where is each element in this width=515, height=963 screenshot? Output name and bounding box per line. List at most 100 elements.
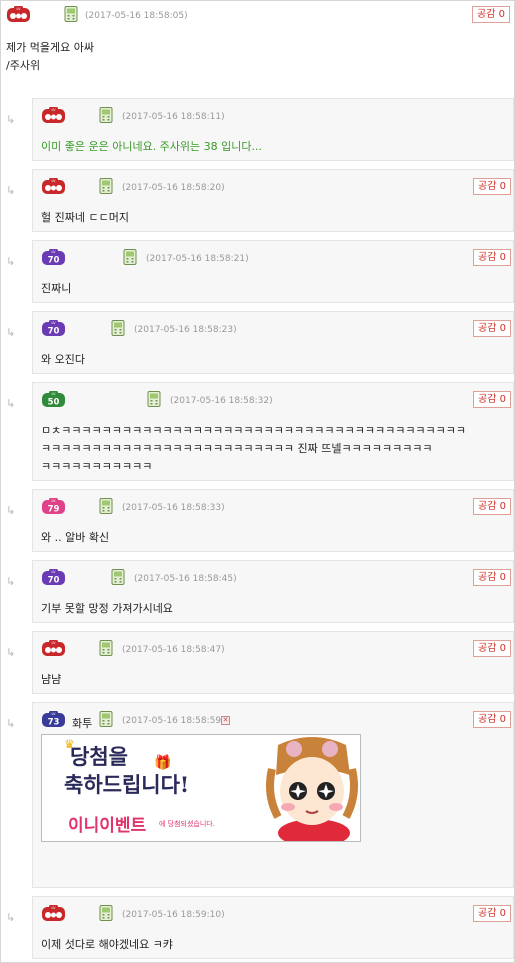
reply-body-text: 냠냠 xyxy=(41,673,62,686)
like-button[interactable]: 공감 0 xyxy=(473,498,511,515)
reply-timestamp: (2017-05-16 18:59:10) xyxy=(122,910,225,920)
like-button[interactable]: 공감 0 xyxy=(472,6,510,23)
reply-timestamp: (2017-05-16 18:58:32) xyxy=(170,396,273,406)
mobile-phone-icon xyxy=(147,391,161,407)
svg-text:70: 70 xyxy=(48,256,60,266)
level-badge-icon: LV xyxy=(41,178,66,195)
banner-line1: 당첨을 xyxy=(70,744,128,769)
event-banner-image: 당첨을 ♛ 🎁 축하드립니다! 이니이벤트 에 당첨되셨습니다. xyxy=(41,734,361,842)
reply-body-text: 와 오진다 xyxy=(41,353,85,366)
reply-timestamp: (2017-05-16 18:58:23) xyxy=(134,325,237,335)
svg-text:50: 50 xyxy=(48,398,60,408)
comment-frame: LV (2017-05-16 18:58:05) 공감 0 제가 먹을게요 아싸… xyxy=(0,0,515,963)
reply-arrow-icon: ↳ xyxy=(6,255,16,268)
svg-text:LV: LV xyxy=(17,7,22,11)
banner-crown-icon: ♛ xyxy=(64,737,75,751)
level-badge-icon: LV 70 xyxy=(41,320,66,337)
banner-event-name: 이니이벤트 xyxy=(68,816,147,836)
svg-text:LV: LV xyxy=(52,250,57,254)
post-body-text: 제가 먹을게요 아싸 /주사위 xyxy=(6,41,94,72)
reply-body-text: 와 .. 알바 확신 xyxy=(41,531,110,544)
like-button[interactable]: 공감 0 xyxy=(473,711,511,728)
reply-timestamp: (2017-05-16 18:58:21) xyxy=(146,254,249,264)
reply-arrow-icon: ↳ xyxy=(6,575,16,588)
svg-text:LV: LV xyxy=(52,108,57,112)
svg-text:LV: LV xyxy=(52,321,57,325)
reply-arrow-icon: ↳ xyxy=(6,326,16,339)
banner-character-illustration xyxy=(264,735,360,841)
like-button[interactable]: 공감 0 xyxy=(473,569,511,586)
level-badge-icon: LV 79 xyxy=(41,498,66,515)
reply-body-text: 이제 섯다로 해야겠네요 ㅋ캬 xyxy=(41,938,173,951)
reply-timestamp: (2017-05-16 18:58:11) xyxy=(122,112,225,122)
reply-item: LV (2017-05-16 18:59:10) 공감 0 이제 섯다로 해야겠네요 … xyxy=(32,896,514,959)
reply-arrow-icon: ↳ xyxy=(6,113,16,126)
like-button[interactable]: 공감 0 xyxy=(473,905,511,922)
reply-item: LV 73 화투 (2017-05-16 18:58:59) ✕ 공감 0 당첨을 ♛ 🎁 축하드… xyxy=(32,702,514,888)
level-badge-icon: LV 73 xyxy=(41,711,66,728)
reply-item: LV 70 (2017-05-16 18:58:21) 공감 0 진짜니 xyxy=(32,240,514,303)
reply-body-text: 기부 못할 망정 가져가시네요 xyxy=(41,602,173,615)
reply-item: LV 70 (2017-05-16 18:58:23) 공감 0 와 오진다 xyxy=(32,311,514,374)
reply-item: LV 50 (2017-05-16 18:58:32) 공감 0 ㅁㅊㅋㅋㅋㅋㅋㅋㅋㅋㅋ… xyxy=(32,382,514,481)
level-badge-icon: LV xyxy=(41,107,66,124)
mobile-phone-icon xyxy=(111,569,125,585)
mobile-phone-icon xyxy=(64,6,78,22)
reply-timestamp: (2017-05-16 18:58:33) xyxy=(122,503,225,513)
reply-arrow-icon: ↳ xyxy=(6,184,16,197)
svg-text:70: 70 xyxy=(48,576,60,586)
reply-timestamp: (2017-05-16 18:58:45) xyxy=(134,574,237,584)
reply-arrow-icon: ↳ xyxy=(6,911,16,924)
reply-timestamp: (2017-05-16 18:58:47) xyxy=(122,645,225,655)
reply-body-text: 이미 좋은 운은 아니네요. 주사위는 38 입니다... xyxy=(41,140,263,153)
svg-text:LV: LV xyxy=(52,179,57,183)
svg-text:LV: LV xyxy=(52,906,57,910)
reply-arrow-icon: ↳ xyxy=(6,646,16,659)
reply-body-text: 진짜니 xyxy=(41,282,72,295)
level-badge-icon: LV 70 xyxy=(41,569,66,586)
mobile-phone-icon xyxy=(99,498,113,514)
mobile-phone-icon xyxy=(111,320,125,336)
post-timestamp: (2017-05-16 18:58:05) xyxy=(85,11,188,21)
level-badge-icon: LV 50 xyxy=(41,391,66,408)
like-button[interactable]: 공감 0 xyxy=(473,249,511,266)
mobile-phone-icon xyxy=(99,905,113,921)
reply-item: LV (2017-05-16 18:58:47) 공감 0 냠냠 xyxy=(32,631,514,694)
svg-text:LV: LV xyxy=(52,641,57,645)
main-post: LV (2017-05-16 18:58:05) 공감 0 제가 먹을게요 아싸… xyxy=(1,1,514,89)
reply-arrow-icon: ↳ xyxy=(6,504,16,517)
like-button[interactable]: 공감 0 xyxy=(473,391,511,408)
reply-body-text: 헐 진짜네 ㄷㄷ머지 xyxy=(41,211,129,224)
mobile-phone-icon xyxy=(99,107,113,123)
svg-text:70: 70 xyxy=(48,327,60,337)
reply-timestamp: (2017-05-16 18:58:20) xyxy=(122,183,225,193)
mobile-phone-icon xyxy=(123,249,137,265)
reply-timestamp: (2017-05-16 18:58:59) xyxy=(122,716,225,726)
reply-item: LV 79 (2017-05-16 18:58:33) 공감 0 와 .. 알바 확신 xyxy=(32,489,514,552)
banner-event-suffix: 에 당첨되셨습니다. xyxy=(159,820,215,828)
reply-item: LV (2017-05-16 18:58:20) 공감 0 헐 진짜네 ㄷㄷ머지 xyxy=(32,169,514,232)
svg-text:79: 79 xyxy=(48,505,60,515)
mobile-phone-icon xyxy=(99,711,113,727)
svg-text:73: 73 xyxy=(48,718,60,728)
reply-body-text: ㅁㅊㅋㅋㅋㅋㅋㅋㅋㅋㅋㅋㅋㅋㅋㅋㅋㅋㅋㅋㅋㅋㅋㅋㅋㅋㅋㅋㅋㅋㅋㅋㅋㅋㅋㅋㅋㅋㅋㅋ… xyxy=(41,424,467,473)
level-badge-icon: LV xyxy=(41,640,66,657)
svg-text:LV: LV xyxy=(52,570,57,574)
like-button[interactable]: 공감 0 xyxy=(473,320,511,337)
mobile-phone-icon xyxy=(99,178,113,194)
reply-arrow-icon: ↳ xyxy=(6,397,16,410)
like-button[interactable]: 공감 0 xyxy=(473,178,511,195)
svg-text:LV: LV xyxy=(52,499,57,503)
svg-text:LV: LV xyxy=(52,392,57,396)
banner-line2: 축하드립니다! xyxy=(64,772,190,797)
broken-image-icon: ✕ xyxy=(221,716,230,725)
level-badge-icon: LV xyxy=(41,905,66,922)
reply-arrow-icon: ↳ xyxy=(6,717,16,730)
svg-text:LV: LV xyxy=(52,712,57,716)
reply-nickname[interactable]: 화투 xyxy=(72,715,92,731)
like-button[interactable]: 공감 0 xyxy=(473,640,511,657)
level-badge-icon: LV 70 xyxy=(41,249,66,266)
reply-item: LV 70 (2017-05-16 18:58:45) 공감 0 기부 못할 망정 가져… xyxy=(32,560,514,623)
level-badge-icon: LV xyxy=(6,6,31,23)
mobile-phone-icon xyxy=(99,640,113,656)
